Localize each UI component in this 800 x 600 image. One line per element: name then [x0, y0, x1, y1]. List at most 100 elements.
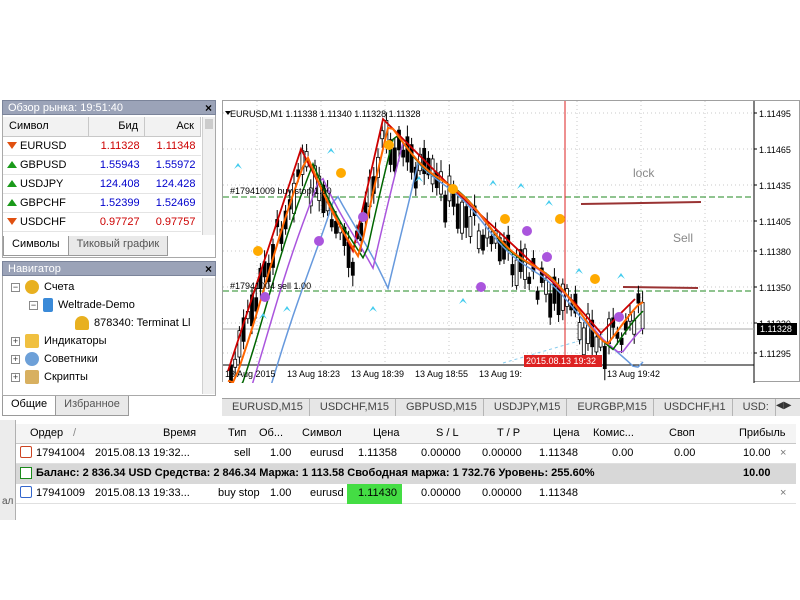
- tree-item-accounts[interactable]: − Счета: [11, 278, 74, 296]
- col-time[interactable]: Время: [163, 427, 196, 439]
- market-watch-title: Обзор рынка: 19:51:40: [8, 102, 124, 114]
- col-type[interactable]: Тип: [228, 427, 246, 439]
- expand-icon[interactable]: +: [11, 336, 20, 346]
- candle-body: [510, 264, 515, 276]
- chart-tab[interactable]: USDJPY,M15: [484, 399, 568, 416]
- column-header-symbol[interactable]: Символ: [3, 117, 90, 137]
- accounts-icon: [25, 280, 39, 295]
- col-volume[interactable]: Об...: [259, 427, 283, 439]
- list-item[interactable]: GBPCHF 1.52399 1.52469: [3, 193, 201, 213]
- signal-dot: [522, 226, 532, 236]
- chart-tab[interactable]: EURUSD,M15: [222, 399, 310, 416]
- sort-indicator-icon: /: [73, 427, 77, 439]
- chart-tab[interactable]: USD:: [733, 399, 776, 416]
- list-item[interactable]: USDJPY 124.408 124.428: [3, 174, 201, 194]
- signal-dot: [448, 184, 458, 194]
- balance-row: Баланс: 2 836.34 USD Средства: 2 846.34 …: [16, 464, 796, 484]
- tree-item-indicators[interactable]: + Индикаторы: [11, 332, 107, 350]
- list-item[interactable]: USDCHF 0.97727 0.97757: [3, 212, 201, 232]
- bid-cell: 1.55943: [88, 155, 145, 175]
- signal-dot: [500, 214, 510, 224]
- pending-order-icon: [20, 486, 32, 498]
- close-order-icon[interactable]: ×: [780, 487, 786, 499]
- table-row[interactable]: 17941004 2015.08.13 19:32... sell 1.00 e…: [16, 444, 796, 464]
- price-down-icon: [7, 218, 17, 226]
- order-label-sell: #17941004 sell 1.00: [230, 281, 311, 291]
- col-profit[interactable]: Прибыль: [739, 427, 786, 439]
- close-order-icon[interactable]: ×: [780, 447, 786, 459]
- table-row[interactable]: 17941009 2015.08.13 19:33... buy stop 1.…: [16, 484, 796, 504]
- col-price2[interactable]: Цена: [553, 427, 579, 439]
- tab-general[interactable]: Общие: [2, 396, 57, 416]
- candle-body: [460, 201, 464, 234]
- list-item[interactable]: EURUSD 1.11328 1.11348: [3, 136, 201, 156]
- price-tick-label: 1.11495: [759, 109, 791, 119]
- tree-item-scripts[interactable]: + Скрипты: [11, 368, 88, 386]
- close-icon[interactable]: ×: [205, 262, 212, 276]
- chart-tab[interactable]: GBPUSD,M15: [396, 399, 484, 416]
- price-chart[interactable]: 1.11495 1.11465 1.11435 1.11405 1.11380 1.113…: [222, 100, 800, 383]
- candle-body: [476, 230, 481, 250]
- tree-label-account: 878340: Terminat Ll: [94, 317, 191, 329]
- signal-dot: [542, 252, 552, 262]
- candle-body: [464, 206, 469, 228]
- close-icon[interactable]: ×: [205, 101, 212, 115]
- candle-body: [577, 322, 582, 341]
- chart-tab[interactable]: USDCHF,M15: [310, 399, 396, 416]
- col-order[interactable]: Ордер: [30, 427, 63, 439]
- expand-icon[interactable]: +: [11, 372, 20, 382]
- cell-tp: 0.00000: [482, 487, 522, 499]
- col-price[interactable]: Цена: [373, 427, 399, 439]
- candle-body: [451, 191, 456, 207]
- collapse-icon[interactable]: −: [11, 282, 20, 292]
- navigator-scrollbar[interactable]: [202, 278, 215, 394]
- price-tick-label: 1.11405: [759, 217, 791, 227]
- candle-body: [233, 358, 238, 368]
- tab-favorites[interactable]: Избранное: [55, 396, 129, 416]
- server-icon: [43, 298, 53, 313]
- chart-tab[interactable]: EURGBP,M15: [567, 399, 654, 416]
- list-item[interactable]: GBPUSD 1.55943 1.55972: [3, 155, 201, 175]
- arrow-left-icon[interactable]: ◀: [776, 400, 784, 411]
- col-commission[interactable]: Комис...: [593, 427, 634, 439]
- candle-body: [443, 194, 448, 223]
- col-sl[interactable]: S / L: [436, 427, 459, 439]
- cell-order: 17941004: [36, 447, 85, 459]
- tab-symbols[interactable]: Символы: [3, 236, 69, 256]
- terminal-header-row: Ордер / Время Тип Об... Символ Цена S / …: [16, 424, 796, 444]
- column-header-ask[interactable]: Аск: [144, 117, 201, 137]
- market-watch-scrollbar[interactable]: [202, 117, 215, 235]
- time-tick-label: 13 Aug 19:42: [607, 369, 660, 379]
- col-swap[interactable]: Своп: [669, 427, 695, 439]
- tree-item-account[interactable]: 878340: Terminat Ll: [75, 314, 190, 332]
- ask-cell: 124.428: [144, 174, 201, 194]
- time-tick-label: 13 Aug 18:23: [287, 369, 340, 379]
- symbol-cell: EURUSD: [3, 136, 89, 156]
- candle-body: [535, 290, 540, 300]
- chart-canvas[interactable]: 1.11495 1.11465 1.11435 1.11405 1.11380 1.113…: [223, 101, 800, 383]
- chart-tab[interactable]: USDCHF,H1: [654, 399, 733, 416]
- candle-body: [401, 149, 406, 158]
- collapse-icon[interactable]: −: [29, 300, 38, 310]
- candle-body: [640, 302, 645, 329]
- cell-order: 17941009: [36, 487, 85, 499]
- price-tick-label: 1.11435: [759, 181, 791, 191]
- tab-tick-chart[interactable]: Тиковый график: [67, 236, 169, 256]
- symbol-name: USDJPY: [20, 177, 64, 190]
- scroll-up-arrow[interactable]: [205, 119, 213, 129]
- column-header-bid[interactable]: Бид: [88, 117, 146, 137]
- tree-item-advisors[interactable]: + Советники: [11, 350, 98, 368]
- cell-volume: 1.00: [270, 487, 292, 499]
- chart-tabs-scroll[interactable]: ◀▶: [776, 400, 798, 414]
- time-tick-label: 13 Aug 19:: [479, 369, 522, 379]
- candle-body: [489, 235, 494, 245]
- cell-commission: 0.00: [612, 447, 634, 459]
- col-tp[interactable]: T / P: [497, 427, 520, 439]
- balance-summary: Баланс: 2 836.34 USD Средства: 2 846.34 …: [36, 467, 595, 479]
- ask-cell: 1.55972: [144, 155, 201, 175]
- expand-icon[interactable]: +: [11, 354, 20, 364]
- col-symbol[interactable]: Символ: [302, 427, 342, 439]
- arrow-right-icon[interactable]: ▶: [784, 400, 792, 411]
- balance-up-icon: [20, 467, 32, 479]
- tree-item-server[interactable]: − Weltrade-Demo: [29, 296, 135, 314]
